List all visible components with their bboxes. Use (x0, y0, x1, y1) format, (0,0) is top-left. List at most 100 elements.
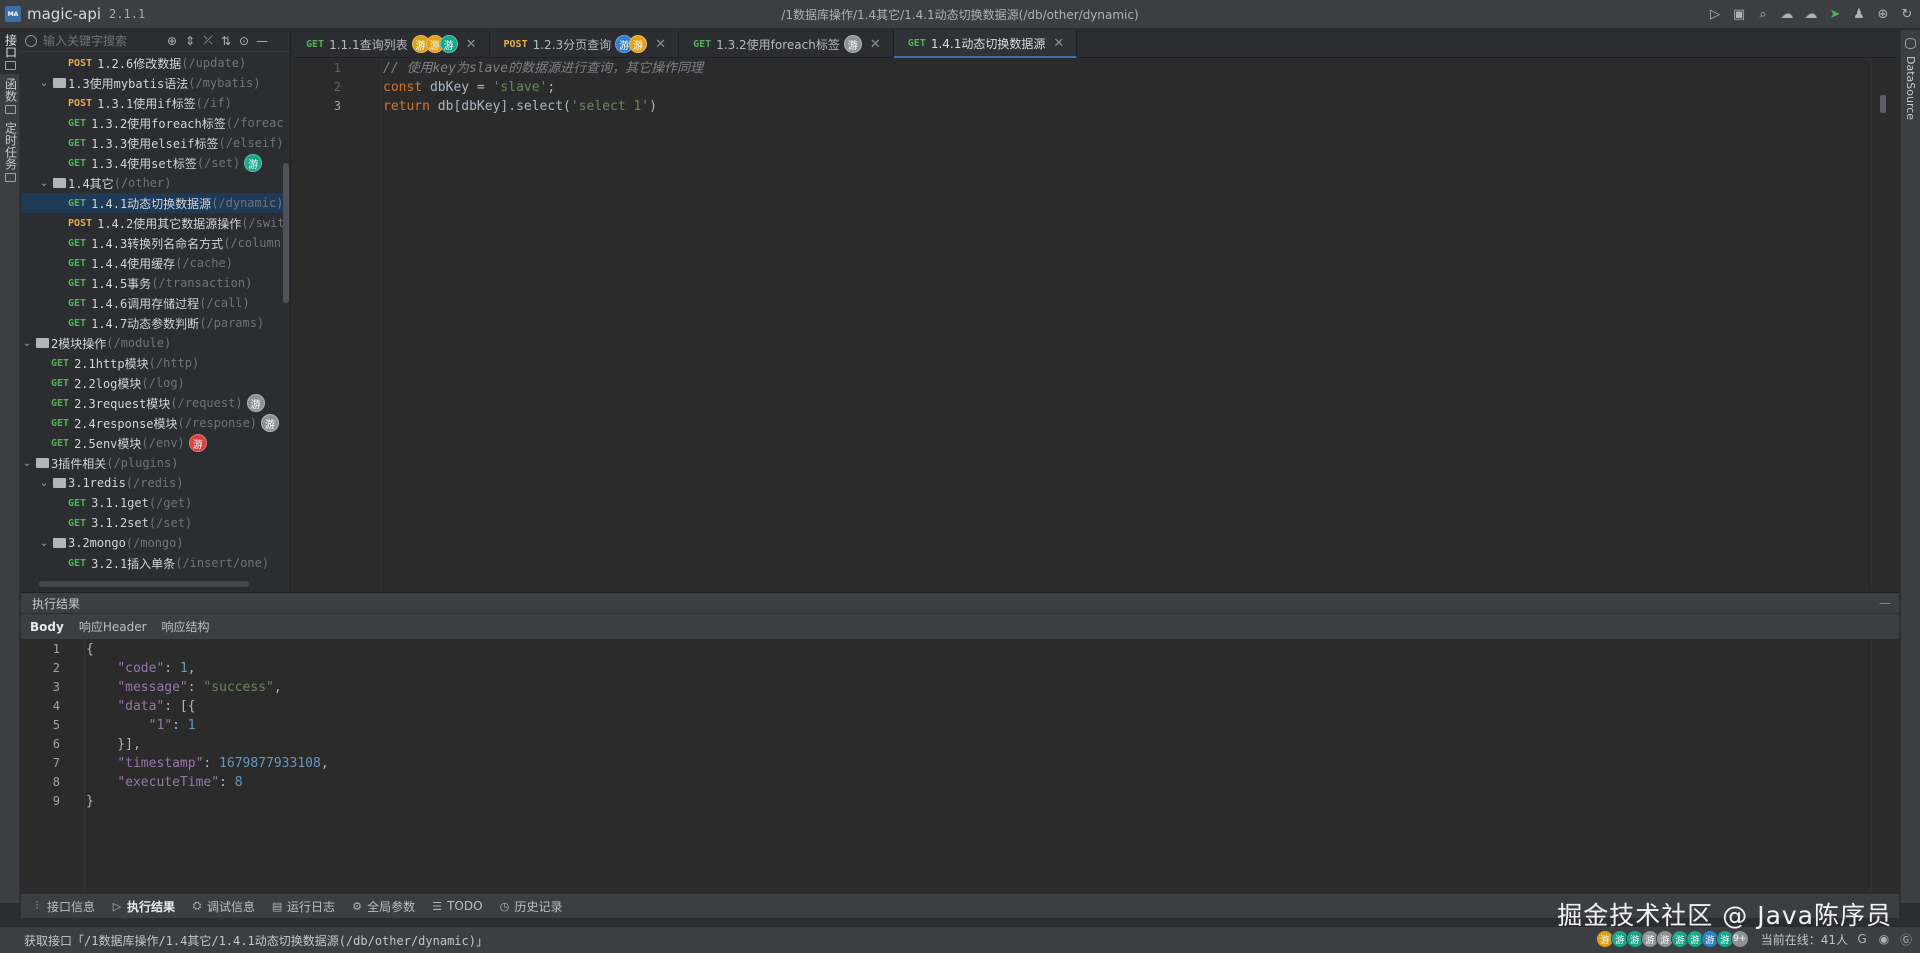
tree-api-item[interactable]: GET 1.3.2使用foreach标签(/foreach (21, 113, 283, 133)
save-icon[interactable]: ▣ (1730, 5, 1748, 23)
close-icon[interactable]: ✕ (870, 37, 881, 52)
tree-api-item[interactable]: GET 1.3.3使用elseif标签 (/elseif) (21, 133, 283, 153)
json-line[interactable]: "message": "success", (86, 678, 1869, 697)
result-scrollbar[interactable] (1871, 640, 1899, 893)
json-line[interactable]: "code": 1, (86, 659, 1869, 678)
chevron-down-icon[interactable]: ⌄ (38, 78, 50, 89)
editor-tab[interactable]: GET 1.1.1查询列表游游游 ✕ (292, 30, 490, 58)
tree-folder[interactable]: ⌄ 3插件相关 (/plugins) (21, 453, 283, 473)
close-icon[interactable]: ✕ (1053, 36, 1064, 51)
result-tab[interactable]: 响应Header (79, 618, 147, 635)
tree-folder[interactable]: ⌄ 1.4其它 (/other) (21, 173, 283, 193)
editor-tab[interactable]: POST 1.2.3分页查询游游 ✕ (490, 30, 680, 58)
editor-tab[interactable]: GET 1.3.2使用foreach标签游 ✕ (679, 30, 894, 58)
code-area[interactable]: // 使用key为slave的数据源进行查询，其它操作同理 const dbKey… (383, 59, 1869, 591)
method-badge: GET (68, 497, 87, 509)
tree-scrollbar-thumb[interactable] (283, 163, 289, 303)
tool-todo[interactable]: ☰ TODO (431, 899, 482, 913)
result-code[interactable]: { "code": 1, "message": "success", "data… (86, 640, 1869, 893)
github-icon[interactable]: ◉ (1876, 931, 1892, 947)
tool-settings[interactable]: ⚙ 全局参数 (351, 898, 415, 915)
result-tab[interactable]: 响应结构 (162, 618, 210, 635)
json-line[interactable]: "executeTime": 8 (86, 773, 1869, 792)
tool-log[interactable]: ▤ 运行日志 (271, 898, 335, 915)
search-input[interactable] (43, 33, 161, 48)
editor-tab[interactable]: GET 1.4.1动态切换数据源 ✕ (893, 30, 1078, 58)
run-icon[interactable]: ▷ (1706, 5, 1724, 23)
tree-folder[interactable]: ⌄ 3.2mongo (/mongo) (21, 533, 283, 553)
tree-folder[interactable]: ⌄ 2模块操作 (/module) (21, 333, 283, 353)
json-line[interactable]: "data": [{ (86, 697, 1869, 716)
send-icon[interactable]: ➤ (1826, 5, 1844, 23)
tree-api-item[interactable]: GET 1.4.1动态切换数据源 (/dynamic) (21, 193, 283, 213)
refresh-icon[interactable]: ↻ (1898, 5, 1916, 23)
tree-horizontal-scrollbar[interactable] (39, 581, 249, 587)
result-body-viewer[interactable]: 1 2 3 4 5 6 7 8 9 { "code": 1, "message": "succe… (21, 640, 1899, 893)
database-icon[interactable] (1905, 38, 1916, 49)
chevron-down-icon[interactable]: ⌄ (21, 338, 33, 349)
tree-api-item[interactable]: GET 1.3.4使用set标签 (/set) 游 (21, 153, 283, 173)
locate-icon[interactable]: ⊙ (235, 32, 253, 50)
tree-api-item[interactable]: GET 2.3request模块 (/request) 游 (21, 393, 283, 413)
tree-folder[interactable]: ⌄ 3.1redis (/redis) (21, 473, 283, 493)
cloud-upload-icon[interactable]: ☁ (1802, 5, 1820, 23)
tree-api-item[interactable]: GET 1.4.4使用缓存 (/cache) (21, 253, 283, 273)
minimize-icon[interactable]: — (1879, 596, 1891, 610)
tree-api-item[interactable]: GET 2.1http模块 (/http) (21, 353, 283, 373)
chevron-down-icon[interactable]: ⌄ (38, 178, 50, 189)
rail-item-2[interactable]: 定时任务 (0, 118, 20, 186)
collapse-icon[interactable]: ⤫ (199, 32, 217, 50)
close-icon[interactable]: ✕ (655, 37, 666, 52)
sort-icon[interactable]: ⇅ (217, 32, 235, 50)
globe-icon[interactable]: ⊕ (1874, 5, 1892, 23)
expand-icon[interactable]: ⇕ (181, 32, 199, 50)
datasource-tab[interactable]: DataSource (1904, 56, 1917, 120)
json-line[interactable]: }], (86, 735, 1869, 754)
tool-debug[interactable]: ⛭ 调试信息 (191, 898, 255, 915)
tree-folder[interactable]: ⌄ 1.3使用mybatis语法 (/mybatis) (21, 73, 283, 93)
json-line[interactable]: "1": 1 (86, 716, 1869, 735)
tree-api-item[interactable]: GET 3.2.1插入单条 (/insert/one) (21, 553, 283, 573)
tree-api-item[interactable]: GET 1.4.5事务 (/transaction) (21, 273, 283, 293)
chevron-down-icon[interactable]: ⌄ (38, 538, 50, 549)
chevron-down-icon[interactable]: ⌄ (21, 458, 33, 469)
json-line[interactable]: } (86, 792, 1869, 811)
tree-api-item[interactable]: POST 1.4.2使用其它数据源操作 (/swit (21, 213, 283, 233)
code-line[interactable]: const dbKey = 'slave'; (383, 78, 1869, 97)
code-editor[interactable]: 1 2 3 // 使用key为slave的数据源进行查询，其它操作同理 const d… (292, 59, 1899, 591)
tree-api-item[interactable]: GET 2.4response模块 (/response) 游 (21, 413, 283, 433)
tree-api-item[interactable]: GET 1.4.3转换列名命名方式 (/column) (21, 233, 283, 253)
tool-history[interactable]: ◷ 历史记录 (499, 898, 563, 915)
tree-api-item[interactable]: GET 3.1.1get (/get) (21, 493, 283, 513)
gitee-icon[interactable]: Ⓖ (1898, 931, 1914, 947)
code-line[interactable]: return db[dbKey].select('select 1') (383, 97, 1869, 116)
close-icon[interactable]: ✕ (466, 37, 477, 52)
tree-api-item[interactable]: GET 1.4.7动态参数判断 (/params) (21, 313, 283, 333)
tool-run[interactable]: ▷ 执行结果 (111, 898, 175, 915)
tree-scrollbar[interactable] (283, 53, 290, 580)
g-icon[interactable]: G (1854, 931, 1870, 947)
tree-api-item[interactable]: POST 1.3.1使用if标签 (/if) (21, 93, 283, 113)
minimize-icon[interactable]: — (253, 32, 271, 50)
tree-api-item[interactable]: GET 1.4.6调用存储过程 (/call) (21, 293, 283, 313)
tree-api-item[interactable]: POST 1.2.6修改数据 (/update) (21, 53, 283, 73)
editor-scrollbar[interactable] (1871, 59, 1899, 591)
skin-icon[interactable]: ♟ (1850, 5, 1868, 23)
tree-api-item[interactable]: GET 2.2log模块 (/log) (21, 373, 283, 393)
json-line[interactable]: "timestamp": 1679877933108, (86, 754, 1869, 773)
result-tab[interactable]: Body (30, 620, 64, 634)
tree-api-item[interactable]: GET 3.1.2set (/set) (21, 513, 283, 533)
add-icon[interactable]: ⊕ (163, 32, 181, 50)
rail-item-0[interactable]: 接口 (0, 30, 20, 74)
method-badge: GET (68, 237, 87, 249)
json-line[interactable]: { (86, 640, 1869, 659)
chevron-down-icon[interactable]: ⌄ (38, 478, 50, 489)
user-avatar[interactable]: 9+ (1730, 930, 1749, 948)
tree-item-name: 3.1.2set (91, 516, 149, 530)
search-icon[interactable]: ⌕ (1754, 5, 1772, 23)
rail-item-1[interactable]: 函数 (0, 74, 20, 118)
cloud-download-icon[interactable]: ☁ (1778, 5, 1796, 23)
tree-api-item[interactable]: GET 2.5env模块 (/env) 游 (21, 433, 283, 453)
code-line[interactable]: // 使用key为slave的数据源进行查询，其它操作同理 (383, 59, 1869, 78)
tool-info[interactable]: ⫶ 接口信息 (31, 898, 95, 915)
